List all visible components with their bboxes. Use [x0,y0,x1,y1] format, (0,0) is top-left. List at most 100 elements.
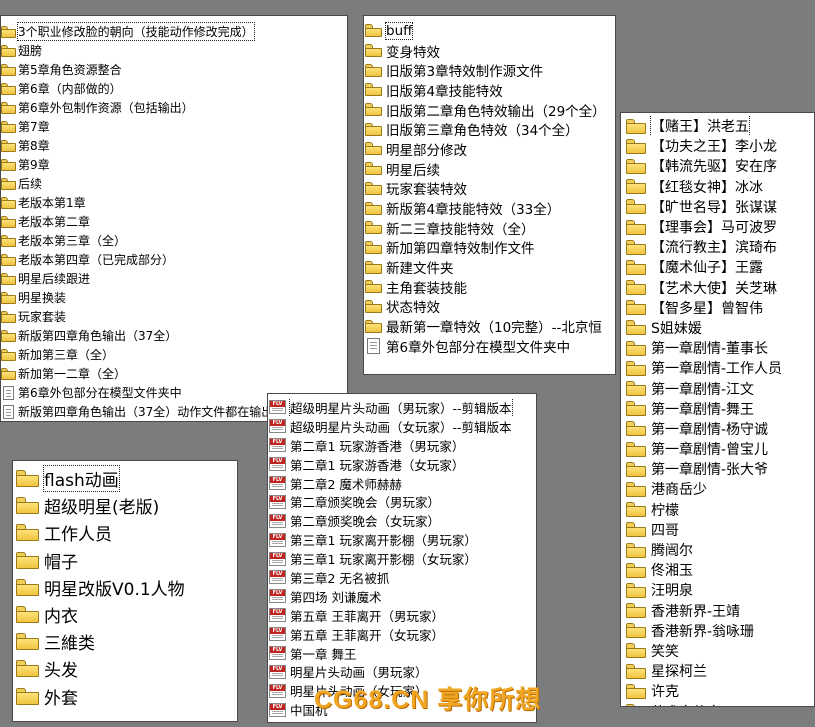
folder-item[interactable]: 明星后续跟进 [1,269,347,288]
folder-item[interactable]: 腾闿尔 [621,540,814,560]
folder-item[interactable]: 外套 [13,683,237,710]
folder-item[interactable]: 帽子 [13,547,237,574]
folder-item[interactable]: 第一章剧情-张大爷 [621,459,814,479]
folder-item[interactable]: 【魔术仙子】王露 [621,257,814,277]
folder-item[interactable]: 明星部分修改 [364,139,615,159]
folder-item[interactable]: 老版本第1章 [1,193,347,212]
folder-item[interactable]: buff [364,21,615,41]
folder-item[interactable]: 柠檬 [621,500,814,520]
file-item[interactable]: 第6章外包部分在模型文件夹中 [364,336,615,356]
item-label: 外套 [44,688,78,709]
file-item[interactable]: 第三章2 无名被抓 [268,568,536,587]
flv-video-file-icon [269,400,286,415]
folder-item[interactable]: 老版本第四章（已完成部分） [1,250,347,269]
folder-item[interactable]: 【理事会】马可波罗 [621,217,814,237]
folder-item[interactable]: 新加第一二章（全） [1,364,347,383]
folder-item[interactable]: 香港新界-王靖 [621,601,814,621]
folder-icon [626,542,646,558]
folder-item[interactable]: 新版第四章角色输出（37全） [1,326,347,345]
folder-item[interactable]: 三維类 [13,628,237,655]
folder-item[interactable]: 【赌王】洪老五 [621,116,814,137]
folder-item[interactable]: 新加第四章特效制作文件 [364,238,615,257]
folder-item[interactable]: 香港新界-翁咏珊 [621,621,814,641]
folder-item[interactable]: 超级明星(老版) [13,492,237,519]
folder-item[interactable]: 第一章剧情-曾宝儿 [621,439,814,459]
folder-item[interactable]: 第一章剧情-杨守诚 [621,419,814,439]
folder-item[interactable]: 新加第三章（全） [1,345,347,364]
file-item[interactable]: 超级明星片头动画（男玩家）--剪辑版本 [268,398,536,417]
folder-item[interactable]: 状态特效 [364,297,615,316]
folder-item[interactable]: 旧版第二章角色特效输出（29个全） [364,100,615,119]
file-item[interactable]: 第四场 刘谦魔术 [268,587,536,606]
folder-item[interactable]: 第一章剧情-工作人员 [621,358,814,378]
folder-item[interactable]: flash动画 [13,465,237,493]
folder-item[interactable]: 新建文件夹 [364,257,615,277]
folder-item[interactable]: 工作人员 [13,519,237,546]
folder-item[interactable]: 【红毯女神】冰冰 [621,177,814,197]
item-label: 第五章 王菲离开（女玩家） [290,627,444,643]
folder-item[interactable]: 明星后续 [364,159,615,179]
file-item[interactable]: 第一章 舞王 [268,644,536,663]
folder-item[interactable]: 【流行教主】滨琦布 [621,237,814,257]
file-item[interactable]: 第二章2 魔术师赫赫 [268,474,536,493]
item-label: 第6章外包部分在模型文件夹中 [18,386,182,400]
folder-item[interactable]: 头发 [13,655,237,682]
folder-item[interactable]: 第一章剧情-江文 [621,378,814,398]
folder-item[interactable]: 【旷世名导】张谋谋 [621,197,814,217]
folder-item[interactable]: 玩家套装特效 [364,179,615,198]
folder-item[interactable]: 第8章 [1,136,347,155]
folder-item[interactable]: 旧版第三章角色特效（34个全） [364,119,615,139]
folder-item[interactable]: 第5章角色资源整合 [1,60,347,79]
file-item[interactable]: 明星片头动画（男玩家） [268,662,536,681]
folder-item[interactable]: 老版本第二章 [1,212,347,231]
item-label: 【功夫之王】李小龙 [651,139,777,156]
file-item[interactable]: 第三章1 玩家离开影棚（女玩家） [268,549,536,568]
file-item[interactable]: 超级明星片头动画（女玩家）--剪辑版本 [268,417,536,436]
folder-item[interactable]: 港商岳少 [621,479,814,499]
folder-item[interactable]: 许克 [621,681,814,701]
folder-item[interactable]: 后续 [1,174,347,193]
folder-item[interactable]: 3个职业修改脸的朝向（技能动作修改完成） [1,22,347,41]
folder-item[interactable]: 老版本第三章（全） [1,231,347,250]
file-item[interactable]: 第五章 王菲离开（女玩家） [268,625,536,644]
file-item[interactable]: 第五章 王菲离开（男玩家） [268,606,536,625]
folder-item[interactable]: 艺术家仲文 [621,701,814,706]
file-item[interactable]: 第二章颁奖晚会（男玩家） [268,492,536,511]
folder-item[interactable]: 笑笑 [621,641,814,661]
folder-item[interactable]: 明星改版V0.1人物 [13,574,237,601]
file-item[interactable]: 第三章1 玩家离开影棚（男玩家） [268,530,536,549]
folder-item[interactable]: 最新第一章特效（10完整）--北京恒 [364,316,615,336]
folder-item[interactable]: 佟湘玉 [621,560,814,580]
item-label: 第7章 [18,120,50,134]
folder-item[interactable]: 四哥 [621,520,814,540]
file-item[interactable]: 第二章颁奖晚会（女玩家） [268,511,536,530]
folder-item[interactable]: 旧版第3章特效制作源文件 [364,60,615,80]
file-item[interactable]: 第二章1 玩家游香港（男玩家） [268,436,536,455]
folder-item[interactable]: 汪明泉 [621,580,814,600]
folder-item[interactable]: S姐妹媛 [621,318,814,338]
file-item[interactable]: 第二章1 玩家游香港（女玩家） [268,455,536,474]
folder-item[interactable]: 旧版第4章技能特效 [364,80,615,100]
folder-item[interactable]: 【韩流先驱】安在序 [621,156,814,176]
item-label: 第一章剧情-曾宝儿 [651,442,769,459]
folder-item[interactable]: 变身特效 [364,41,615,60]
folder-item[interactable]: 内衣 [13,601,237,628]
folder-item[interactable]: 【功夫之王】李小龙 [621,136,814,156]
folder-item[interactable]: 新版第4章技能特效（33全） [364,198,615,218]
folder-item[interactable]: 主角套装技能 [364,277,615,297]
folder-item[interactable]: 玩家套装 [1,307,347,326]
folder-item[interactable]: 星探柯兰 [621,661,814,681]
folder-item[interactable]: 第7章 [1,117,347,136]
folder-item[interactable]: 【智多星】曾智伟 [621,298,814,318]
folder-item[interactable]: 新二三章技能特效（全） [364,218,615,238]
folder-item[interactable]: 第9章 [1,155,347,174]
folder-icon [365,24,382,38]
folder-item[interactable]: 第一章剧情-舞王 [621,399,814,419]
folder-item[interactable]: 第一章剧情-董事长 [621,338,814,358]
folder-item[interactable]: 翅膀 [1,41,347,60]
folder-item[interactable]: 【艺术大使】关芝琳 [621,278,814,298]
folder-item[interactable]: 第6章（内部做的） [1,79,347,98]
folder-item[interactable]: 明星换装 [1,288,347,307]
flv-video-file-icon [269,589,286,604]
folder-item[interactable]: 第6章外包制作资源（包括输出） [1,98,347,117]
